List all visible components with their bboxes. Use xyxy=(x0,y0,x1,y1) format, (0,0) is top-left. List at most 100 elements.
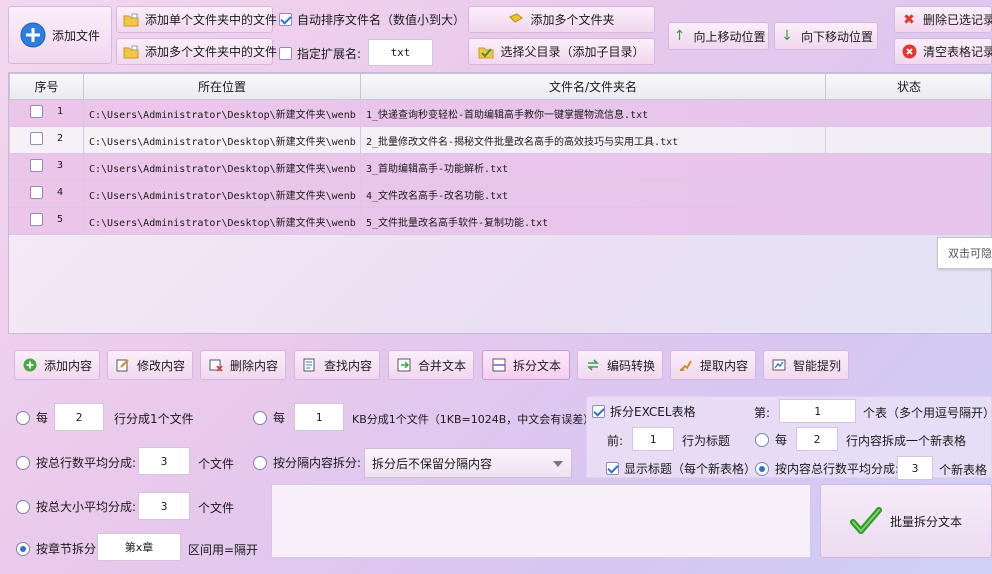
separator-dropdown[interactable]: 拆分后不保留分隔内容 xyxy=(364,448,572,478)
select-parent-dir-button[interactable]: 选择父目录（添加子目录） xyxy=(468,38,655,65)
add-multi-folders-button[interactable]: 添加多个文件夹 xyxy=(468,6,655,33)
chapter-radio[interactable] xyxy=(16,541,30,556)
convert-icon xyxy=(585,357,601,373)
tooltip: 双击可隐 xyxy=(937,237,992,269)
excel-avg-radio[interactable] xyxy=(755,461,769,476)
merge-icon xyxy=(396,357,412,373)
every-lines-suffix: 行分成1个文件 xyxy=(114,412,194,426)
arrow-down-icon: ↓ xyxy=(781,28,793,44)
smart-column-icon xyxy=(771,357,787,373)
table-row[interactable]: 4 C:\Users\Administrator\Desktop\新建文件夹\w… xyxy=(9,180,991,208)
row-status xyxy=(825,153,991,181)
excel-every-radio[interactable] xyxy=(755,432,769,447)
table-row[interactable]: 5 C:\Users\Administrator\Desktop\新建文件夹\w… xyxy=(9,207,991,235)
clear-table-button[interactable]: 清空表格记录 xyxy=(894,38,992,65)
column-header-index[interactable]: 序号 xyxy=(9,73,84,100)
row-checkbox[interactable] xyxy=(29,213,43,226)
show-title-checkbox[interactable] xyxy=(606,462,619,475)
row-checkbox[interactable] xyxy=(29,132,43,145)
table-row[interactable]: 2 C:\Users\Administrator\Desktop\新建文件夹\w… xyxy=(9,126,991,154)
batch-split-button[interactable]: 批量拆分文本 xyxy=(820,484,992,558)
row-path: C:\Users\Administrator\Desktop\新建文件夹\wen… xyxy=(83,180,361,208)
total-lines-input[interactable]: 3 xyxy=(138,447,190,475)
add-file-label: 添加文件 xyxy=(51,28,100,43)
total-size-input[interactable]: 3 xyxy=(138,492,190,520)
move-down-button[interactable]: ↓ 向下移动位置 xyxy=(774,22,878,50)
extract-icon xyxy=(678,357,694,373)
tab-merge-text[interactable]: 合并文本 xyxy=(388,350,474,380)
excel-every-input[interactable]: 2 xyxy=(796,427,838,451)
every-lines-input[interactable]: 2 xyxy=(54,403,104,431)
checkmark-icon xyxy=(849,505,882,537)
row-checkbox[interactable] xyxy=(29,186,43,199)
excel-avg-input[interactable]: 3 xyxy=(897,456,933,480)
add-multi-folder-files-button[interactable]: 添加多个文件夹中的文件 xyxy=(116,38,277,65)
move-up-button[interactable]: ↑ 向上移动位置 xyxy=(668,22,769,50)
row-path: C:\Users\Administrator\Desktop\新建文件夹\wen… xyxy=(83,126,361,154)
table-row[interactable]: 1 C:\Users\Administrator\Desktop\新建文件夹\w… xyxy=(9,99,991,127)
column-header-filename[interactable]: 文件名/文件夹名 xyxy=(360,73,826,100)
separator-radio[interactable] xyxy=(253,455,267,470)
excel-avg-option[interactable]: 按内容总行数平均分成: xyxy=(755,460,899,477)
total-lines-unit: 个文件 xyxy=(198,457,235,471)
sheet-input[interactable]: 1 xyxy=(779,399,856,423)
row-path: C:\Users\Administrator\Desktop\新建文件夹\wen… xyxy=(83,207,361,235)
every-lines-radio[interactable] xyxy=(16,410,30,425)
folder-icon xyxy=(123,12,139,28)
chapter-input[interactable]: 第x章 xyxy=(97,533,181,561)
split-excel-checkbox[interactable] xyxy=(592,405,605,418)
delete-selected-button[interactable]: ✖ 删除已选记录 xyxy=(894,6,992,33)
plus-circle-icon xyxy=(20,22,46,48)
split-excel-option[interactable]: 拆分EXCEL表格 xyxy=(592,403,696,420)
every-kb-radio[interactable] xyxy=(253,410,267,425)
column-header-status[interactable]: 状态 xyxy=(825,73,991,100)
tab-encoding-convert[interactable]: 编码转换 xyxy=(577,350,663,380)
front-input[interactable]: 1 xyxy=(632,427,674,451)
tab-extract-content[interactable]: 提取内容 xyxy=(670,350,756,380)
sheet-suffix: 个表（多个用逗号隔开） xyxy=(863,406,992,420)
table-row[interactable]: 3 C:\Users\Administrator\Desktop\新建文件夹\w… xyxy=(9,153,991,181)
row-path: C:\Users\Administrator\Desktop\新建文件夹\wen… xyxy=(83,153,361,181)
total-size-unit: 个文件 xyxy=(198,501,235,515)
row-checkbox[interactable] xyxy=(29,159,43,172)
separator-split-option[interactable]: 按分隔内容拆分: xyxy=(253,454,361,471)
total-size-radio[interactable] xyxy=(16,499,30,514)
chapter-split-option[interactable]: 按章节拆分 xyxy=(16,540,96,557)
specify-ext-checkbox[interactable] xyxy=(279,47,292,60)
notes-textarea[interactable] xyxy=(271,484,811,558)
every-kb-option[interactable]: 每 xyxy=(253,409,285,426)
tab-delete-content[interactable]: 删除内容 xyxy=(200,350,286,380)
add-file-button[interactable]: 添加文件 xyxy=(8,6,112,64)
every-kb-suffix: KB分成1个文件（1KB=1024B，中文会有误差） xyxy=(352,413,595,426)
file-table[interactable]: 序号 所在位置 文件名/文件夹名 状态 1 C:\Users\Administr… xyxy=(8,72,992,334)
x-icon: ✖ xyxy=(903,11,915,28)
row-path: C:\Users\Administrator\Desktop\新建文件夹\wen… xyxy=(83,99,361,127)
every-n-lines-option[interactable]: 每 xyxy=(16,409,48,426)
ext-input[interactable]: txt xyxy=(368,39,433,66)
row-status xyxy=(825,99,991,127)
edit-icon xyxy=(115,357,131,373)
auto-sort-option[interactable]: 自动排序文件名（数值小到大） xyxy=(279,11,465,28)
folder-star-icon xyxy=(508,12,524,28)
excel-every-option[interactable]: 每 xyxy=(755,431,787,448)
total-lines-option[interactable]: 按总行数平均分成: xyxy=(16,454,136,471)
find-icon xyxy=(302,357,318,373)
tab-find-content[interactable]: 查找内容 xyxy=(294,350,380,380)
total-size-option[interactable]: 按总大小平均分成: xyxy=(16,498,136,515)
folder-check-icon xyxy=(478,44,494,60)
show-title-option[interactable]: 显示标题（每个新表格） xyxy=(606,460,756,477)
total-lines-radio[interactable] xyxy=(16,455,30,470)
row-checkbox[interactable] xyxy=(29,105,43,118)
add-single-folder-button[interactable]: 添加单个文件夹中的文件 xyxy=(116,6,277,33)
tab-split-text[interactable]: 拆分文本 xyxy=(482,350,570,380)
front-prefix: 前: xyxy=(607,434,624,448)
specify-ext-option[interactable]: 指定扩展名: xyxy=(279,45,361,62)
column-header-location[interactable]: 所在位置 xyxy=(83,73,361,100)
auto-sort-checkbox[interactable] xyxy=(279,13,292,26)
every-kb-input[interactable]: 1 xyxy=(294,403,344,431)
tab-add-content[interactable]: 添加内容 xyxy=(14,350,100,380)
chevron-down-icon xyxy=(553,461,563,467)
tab-edit-content[interactable]: 修改内容 xyxy=(107,350,193,380)
tab-smart-column[interactable]: 智能提列 xyxy=(763,350,849,380)
plus-circle-icon xyxy=(22,357,38,373)
